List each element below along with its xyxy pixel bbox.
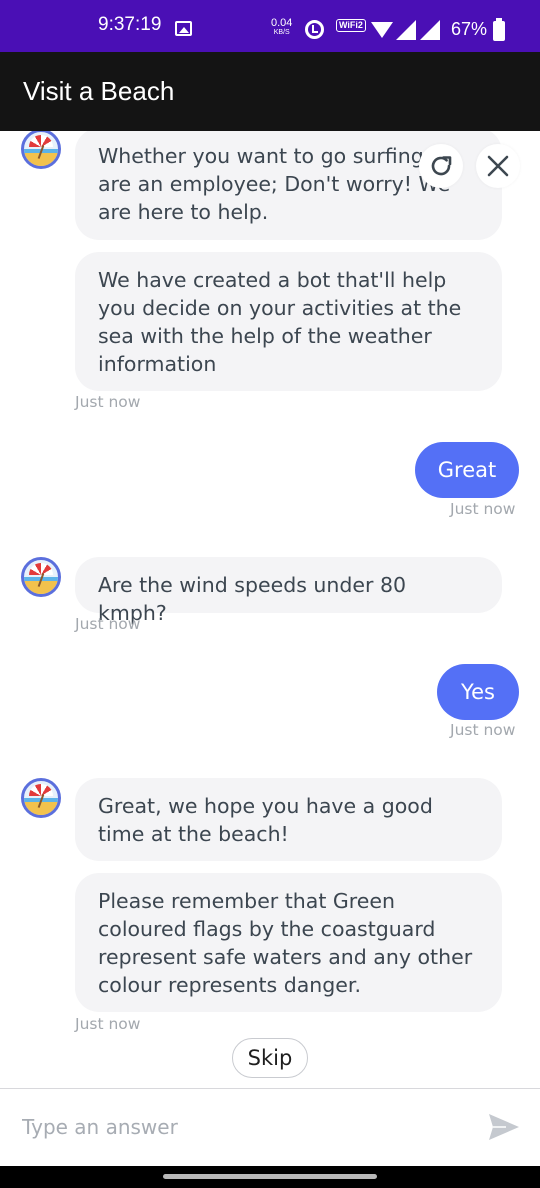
battery-icon xyxy=(493,18,505,41)
refresh-button[interactable] xyxy=(419,144,463,188)
gallery-icon xyxy=(175,21,192,36)
bot-message-text: Great, we hope you have a good time at t… xyxy=(98,794,433,846)
skip-button[interactable]: Skip xyxy=(232,1038,308,1078)
refresh-icon xyxy=(431,156,452,176)
signal-icon xyxy=(396,20,416,40)
status-time: 9:37:19 xyxy=(98,14,162,35)
bot-message-text: Please remember that Green coloured flag… xyxy=(98,889,473,997)
net-speed-unit: KB/S xyxy=(273,29,290,36)
net-speed: 0.04 KB/S xyxy=(271,18,292,38)
bot-message: Great, we hope you have a good time at t… xyxy=(75,778,502,861)
home-handle[interactable] xyxy=(163,1174,377,1179)
app-bar: Visit a Beach xyxy=(0,52,540,131)
status-bar: 9:37:19 0.04 KB/S WiFi2 67% xyxy=(0,0,540,52)
user-message: Great xyxy=(415,442,519,498)
bot-message-text: We have created a bot that'll help you d… xyxy=(98,268,462,376)
answer-composer xyxy=(0,1088,540,1166)
bot-message: Are the wind speeds under 80 kmph? xyxy=(75,557,502,625)
user-message-text: Yes xyxy=(461,680,495,704)
user-message-text: Great xyxy=(437,458,497,482)
bot-avatar xyxy=(21,131,61,169)
close-icon xyxy=(487,155,509,177)
page-title: Visit a Beach xyxy=(23,76,175,106)
close-button[interactable] xyxy=(476,144,520,188)
bot-message-text: Are the wind speeds under 80 kmph? xyxy=(98,573,407,625)
wifi-calling-badge: WiFi2 xyxy=(336,19,366,32)
signal-icon-secondary xyxy=(420,20,440,40)
bot-avatar xyxy=(21,557,61,597)
bot-message: Please remember that Green coloured flag… xyxy=(75,873,502,1012)
bot-message-text: Whether you want to go surfing or are an… xyxy=(98,144,452,224)
battery-percent: 67% xyxy=(451,19,488,39)
message-timestamp: Just now xyxy=(75,615,141,633)
message-timestamp: Just now xyxy=(75,393,141,411)
alarm-icon xyxy=(305,20,324,39)
send-icon xyxy=(489,1114,519,1140)
system-nav-bar xyxy=(0,1166,540,1188)
chat-transcript[interactable]: Whether you want to go surfing or are an… xyxy=(0,131,540,1088)
answer-input[interactable] xyxy=(22,1107,462,1147)
message-timestamp: Just now xyxy=(450,721,516,739)
message-timestamp: Just now xyxy=(75,1015,141,1033)
bot-avatar xyxy=(21,778,61,818)
send-button[interactable] xyxy=(486,1109,522,1145)
wifi-icon xyxy=(371,22,393,38)
message-timestamp: Just now xyxy=(450,500,516,518)
bot-message: We have created a bot that'll help you d… xyxy=(75,252,502,391)
user-message: Yes xyxy=(437,664,519,720)
